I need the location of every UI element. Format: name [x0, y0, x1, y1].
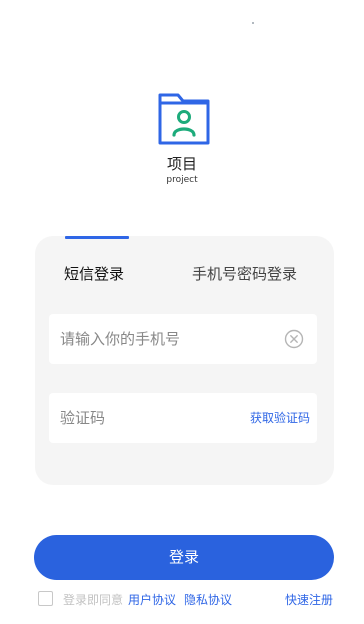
agreement-prefix: 登录即同意 [63, 593, 124, 607]
get-code-button[interactable]: 获取验证码 [250, 410, 310, 426]
login-page: 项目 project 短信登录 手机号密码登录 请输入你的手机号 验证码 获取验… [0, 0, 364, 624]
status-dot [252, 22, 254, 24]
phone-input[interactable]: 请输入你的手机号 [49, 314, 317, 364]
user-agreement-link[interactable]: 用户协议 [128, 592, 176, 608]
clear-circle-icon[interactable] [284, 329, 304, 349]
privacy-agreement-link[interactable]: 隐私协议 [184, 592, 232, 608]
phone-placeholder: 请输入你的手机号 [60, 330, 181, 348]
app-name: 项目 [166, 155, 197, 173]
active-tab-indicator [65, 236, 129, 239]
app-subtitle: project [166, 175, 198, 185]
tab-sms-login[interactable]: 短信登录 [64, 264, 124, 284]
login-button[interactable]: 登录 [34, 535, 334, 580]
agreement-checkbox[interactable] [38, 591, 53, 606]
tab-password-login[interactable]: 手机号密码登录 [192, 264, 297, 284]
code-placeholder: 验证码 [60, 409, 106, 427]
folder-user-icon [158, 93, 210, 145]
verification-code-input[interactable]: 验证码 获取验证码 [49, 393, 317, 443]
quick-register-link[interactable]: 快速注册 [285, 592, 333, 608]
